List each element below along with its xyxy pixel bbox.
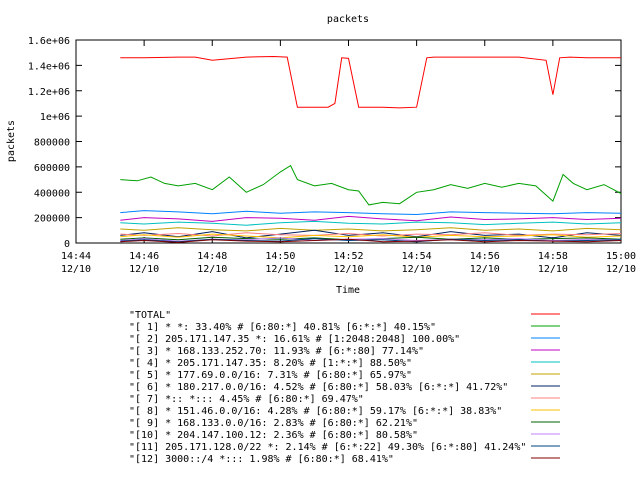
- y-tick-label: 200000: [34, 214, 70, 225]
- legend-label-10: "[10] * 204.147.100.12: 2.36% # [6:80:*]…: [129, 430, 418, 441]
- y-axis-label: packets: [6, 120, 17, 162]
- legend-label-11: "[11] 205.171.128.0/22 *: 2.14% # [6:*:2…: [129, 442, 526, 453]
- x-tick-label-time: 14:58: [538, 251, 568, 262]
- x-tick-label-date: 12/10: [538, 264, 568, 275]
- y-tick-label: 600000: [34, 163, 70, 174]
- x-tick-label-date: 12/10: [333, 264, 363, 275]
- x-tick-label-date: 12/10: [402, 264, 432, 275]
- legend-label-2: "[ 2] 205.171.147.35 *: 16.61% # [1:2048…: [129, 334, 460, 345]
- x-tick-label-date: 12/10: [197, 264, 227, 275]
- chart-title: packets: [327, 14, 369, 25]
- x-axis-label: Time: [336, 285, 360, 296]
- legend-label-1: "[ 1] * *: 33.40% # [6:80:*] 40.81% [6:*…: [129, 322, 436, 333]
- x-tick-label-time: 14:46: [129, 251, 159, 262]
- series-line-3: [120, 215, 622, 222]
- x-tick-label-time: 14:50: [265, 251, 295, 262]
- legend-label-0: "TOTAL": [129, 310, 171, 321]
- series-lines: [120, 55, 622, 243]
- series-line-4: [120, 220, 622, 226]
- packets-line-chart: packets packets Time 0 200000 400000 600000…: [6, 14, 636, 465]
- series-line-0: [120, 55, 621, 109]
- x-tick-label-time: 14:44: [61, 251, 91, 262]
- x-tick-label-date: 12/10: [61, 264, 91, 275]
- x-tick-label-time: 14:54: [402, 251, 432, 262]
- legend-label-6: "[ 6] * 180.217.0.0/16: 4.52% # [6:80:*]…: [129, 382, 508, 393]
- y-tick-label: 1e+06: [40, 112, 70, 123]
- x-tick-label-time: 14:52: [333, 251, 363, 262]
- legend-label-7: "[ 7] *:: *::: 4.45% # [6:80:*] 69.47%": [129, 394, 364, 405]
- legend-label-9: "[ 9] * 168.133.0.0/16: 2.83% # [6:80:*]…: [129, 418, 418, 429]
- legend: "TOTAL""[ 1] * *: 33.40% # [6:80:*] 40.8…: [129, 310, 560, 465]
- legend-label-4: "[ 4] * 205.171.147.35: 8.20% # [1:*:*] …: [129, 358, 412, 369]
- y-tick-label: 1.2e+06: [28, 87, 70, 98]
- legend-label-5: "[ 5] * 177.69.0.0/16: 7.31% # [6:80:*] …: [129, 370, 412, 381]
- y-tick-label: 1.6e+06: [28, 36, 70, 47]
- x-tick-label-date: 12/10: [606, 264, 636, 275]
- y-tick-label: 400000: [34, 188, 70, 199]
- x-tick-label-date: 12/10: [129, 264, 159, 275]
- x-tick-label-time: 14:48: [197, 251, 227, 262]
- y-tick-label: 800000: [34, 138, 70, 149]
- legend-label-3: "[ 3] * 168.133.252.70: 11.93% # [6:*:80…: [129, 346, 424, 357]
- x-tick-label-date: 12/10: [265, 264, 295, 275]
- x-tick-label-time: 15:00: [606, 251, 636, 262]
- legend-label-12: "[12] 3000::/4 *::: 1.98% # [6:80:*] 68.…: [129, 454, 394, 465]
- series-line-5: [120, 227, 622, 232]
- series-line-1: [120, 164, 622, 206]
- x-tick-label-time: 14:56: [470, 251, 500, 262]
- x-tick-label-date: 12/10: [470, 264, 500, 275]
- series-line-2: [120, 210, 622, 216]
- y-tick-label: 1.4e+06: [28, 61, 70, 72]
- y-tick-label: 0: [64, 239, 70, 250]
- legend-label-8: "[ 8] * 151.46.0.0/16: 4.28% # [6:80:*] …: [129, 406, 502, 417]
